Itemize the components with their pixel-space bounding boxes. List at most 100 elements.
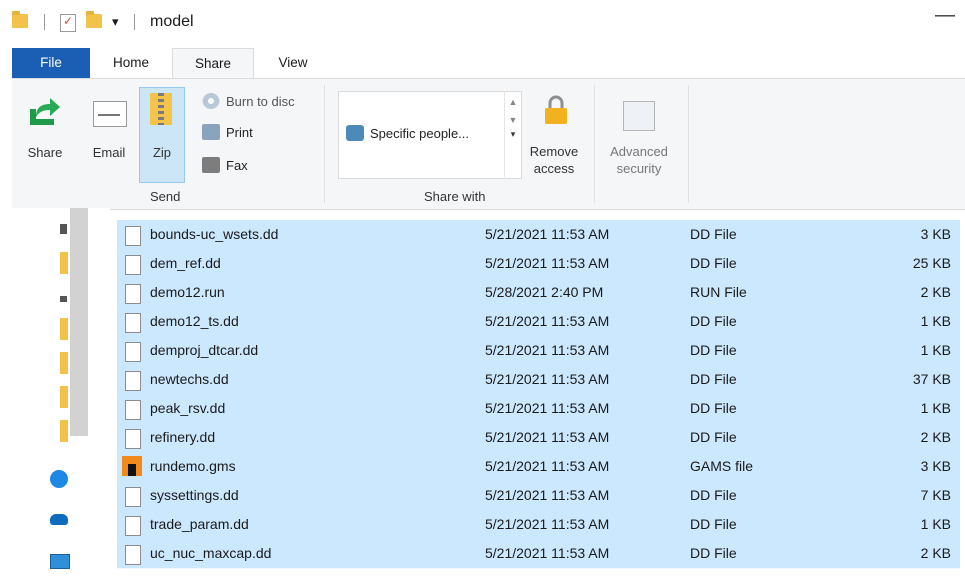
email-icon[interactable] — [93, 101, 127, 127]
file-date: 5/21/2021 11:53 AM — [485, 400, 610, 416]
list-item[interactable]: trade_param.dd 5/21/2021 11:53 AM DD Fil… — [117, 510, 960, 540]
navigation-scrollbar[interactable] — [70, 208, 88, 436]
fax-label: Fax — [226, 157, 248, 173]
file-size: 7 KB — [920, 487, 951, 503]
burn-to-disc-button[interactable]: Burn to disc — [202, 93, 295, 109]
file-icon — [125, 516, 141, 536]
burn-label: Burn to disc — [226, 93, 295, 109]
folder-icon[interactable] — [60, 252, 68, 274]
file-size: 1 KB — [920, 400, 951, 416]
file-date: 5/21/2021 11:53 AM — [485, 342, 610, 358]
gallery-scrollbar[interactable]: ▲ ▼ ▾ — [504, 91, 521, 177]
folder-icon[interactable] — [60, 318, 68, 340]
list-item[interactable]: uc_nuc_maxcap.dd 5/21/2021 11:53 AM DD F… — [117, 539, 960, 569]
fax-button[interactable]: Fax — [202, 157, 248, 173]
file-type: DD File — [690, 342, 737, 358]
file-size: 37 KB — [912, 371, 951, 387]
file-date: 5/21/2021 11:53 AM — [485, 516, 610, 532]
customize-toolbar-icon[interactable]: ▾ — [112, 14, 119, 30]
divider — [688, 85, 689, 203]
file-size: 2 KB — [920, 429, 951, 445]
network-icon[interactable] — [50, 470, 68, 488]
file-icon — [125, 226, 141, 246]
file-icon — [125, 487, 141, 507]
file-date: 5/21/2021 11:53 AM — [485, 371, 610, 387]
divider — [594, 85, 595, 203]
file-icon — [125, 371, 141, 391]
tab-share[interactable]: Share — [172, 48, 254, 79]
file-date: 5/21/2021 11:53 AM — [485, 429, 610, 445]
separator — [36, 14, 53, 30]
folder-icon — [12, 11, 28, 28]
print-button[interactable]: Print — [202, 124, 253, 140]
list-item[interactable]: refinery.dd 5/21/2021 11:53 AM DD File 2… — [117, 423, 960, 453]
file-date: 5/21/2021 11:53 AM — [485, 458, 610, 474]
email-button[interactable]: Email — [86, 145, 132, 160]
advanced-security-button[interactable]: Advanced security — [602, 143, 676, 177]
file-name: demo12_ts.dd — [150, 313, 239, 329]
file-name: newtechs.dd — [150, 371, 229, 387]
file-type: DD File — [690, 516, 737, 532]
share-with-group-label: Share with — [424, 189, 486, 204]
file-type: RUN File — [690, 284, 747, 300]
tab-view[interactable]: View — [262, 48, 324, 78]
send-group-label: Send — [150, 189, 181, 204]
file-size: 3 KB — [920, 458, 951, 474]
folder-icon[interactable] — [60, 420, 68, 442]
security-icon — [623, 101, 655, 131]
file-icon — [125, 342, 141, 362]
navigation-pane — [0, 208, 110, 583]
file-list: bounds-uc_wsets.dd 5/21/2021 11:53 AM DD… — [117, 210, 960, 580]
file-type: DD File — [690, 487, 737, 503]
drive-icon[interactable] — [60, 224, 67, 234]
divider — [324, 85, 325, 203]
file-icon — [125, 313, 141, 333]
file-date: 5/28/2021 2:40 PM — [485, 284, 604, 300]
properties-icon[interactable] — [60, 14, 76, 32]
people-icon — [346, 125, 364, 141]
this-pc-icon[interactable] — [50, 554, 70, 569]
new-folder-icon[interactable] — [86, 11, 102, 28]
list-item[interactable]: demproj_dtcar.dd 5/21/2021 11:53 AM DD F… — [117, 336, 960, 366]
share-icon[interactable] — [26, 95, 62, 131]
folder-icon[interactable] — [60, 386, 68, 408]
ribbon: Share Email Zip Burn to disc Print Fax S… — [12, 78, 965, 210]
minimize-button[interactable]: — — [935, 4, 955, 27]
list-item[interactable]: peak_rsv.dd 5/21/2021 11:53 AM DD File 1… — [117, 394, 960, 424]
file-size: 1 KB — [920, 342, 951, 358]
window-title: model — [150, 13, 194, 30]
file-icon — [125, 429, 141, 449]
file-size: 2 KB — [920, 284, 951, 300]
specific-people-item[interactable]: Specific people... — [346, 125, 469, 141]
file-name: demo12.run — [150, 284, 225, 300]
file-date: 5/21/2021 11:53 AM — [485, 313, 610, 329]
list-item[interactable]: rundemo.gms 5/21/2021 11:53 AM GAMS file… — [117, 452, 960, 482]
folder-icon[interactable] — [60, 352, 68, 374]
file-name: peak_rsv.dd — [150, 400, 226, 416]
file-name: demproj_dtcar.dd — [150, 342, 259, 358]
file-size: 3 KB — [920, 226, 951, 242]
list-item[interactable]: newtechs.dd 5/21/2021 11:53 AM DD File 3… — [117, 365, 960, 395]
list-item[interactable]: demo12.run 5/28/2021 2:40 PM RUN File 2 … — [117, 278, 960, 308]
file-icon — [125, 545, 141, 565]
tab-home[interactable]: Home — [100, 48, 162, 78]
title-bar: ▾ model — — [0, 0, 965, 46]
file-size: 1 KB — [920, 313, 951, 329]
lock-icon[interactable] — [543, 95, 569, 125]
remove-access-button[interactable]: Remove access — [522, 143, 586, 177]
tab-file[interactable]: File — [12, 48, 90, 78]
fax-icon — [202, 157, 220, 173]
drive-icon[interactable] — [60, 296, 67, 302]
list-item[interactable]: demo12_ts.dd 5/21/2021 11:53 AM DD File … — [117, 307, 960, 337]
printer-icon — [202, 124, 220, 140]
list-item[interactable]: dem_ref.dd 5/21/2021 11:53 AM DD File 25… — [117, 249, 960, 279]
file-size: 1 KB — [920, 516, 951, 532]
zip-icon — [150, 93, 172, 125]
list-item[interactable]: bounds-uc_wsets.dd 5/21/2021 11:53 AM DD… — [117, 220, 960, 250]
list-item[interactable]: syssettings.dd 5/21/2021 11:53 AM DD Fil… — [117, 481, 960, 511]
file-date: 5/21/2021 11:53 AM — [485, 226, 610, 242]
share-button[interactable]: Share — [22, 145, 68, 160]
separator — [126, 14, 143, 30]
file-name: uc_nuc_maxcap.dd — [150, 545, 272, 561]
onedrive-icon[interactable] — [50, 514, 68, 525]
